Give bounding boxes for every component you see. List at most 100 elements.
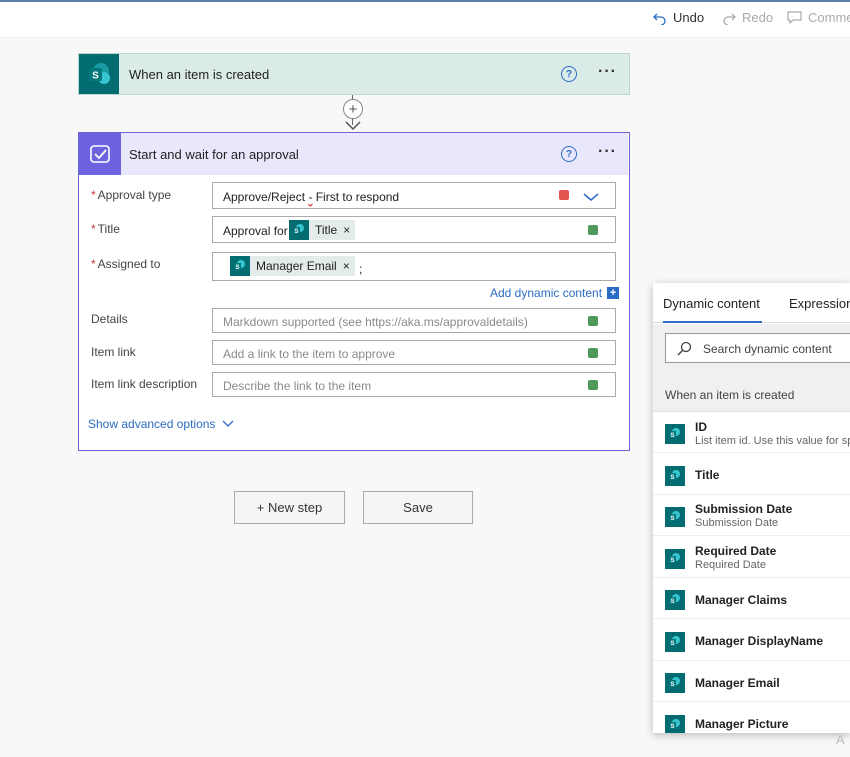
comments-button[interactable]: Comme xyxy=(787,10,850,25)
sharepoint-icon: S xyxy=(665,632,685,652)
approval-type-dropdown[interactable]: Approve/Reject - First to respond xyxy=(212,182,616,209)
svg-text:S: S xyxy=(92,71,99,82)
corner-text: A xyxy=(836,732,845,747)
dynamic-item-manager-picture[interactable]: S Manager Picture xyxy=(653,703,850,733)
item-link-description-field[interactable]: Describe the link to the item xyxy=(212,372,616,397)
dynamic-item-name: Required Date xyxy=(695,544,777,558)
remove-token-button[interactable]: × xyxy=(343,223,355,237)
chevron-down-icon[interactable] xyxy=(583,192,599,202)
add-dynamic-content-link[interactable]: Add dynamic content + xyxy=(490,286,620,300)
svg-text:S: S xyxy=(670,433,674,439)
dynamic-item-name: Manager Email xyxy=(695,676,780,690)
dynamic-item-name: Manager DisplayName xyxy=(695,634,824,648)
svg-text:S: S xyxy=(235,265,239,271)
svg-text:S: S xyxy=(670,516,674,522)
title-field[interactable]: Approval for S Title × xyxy=(212,216,616,243)
undo-button[interactable]: Undo xyxy=(653,10,704,25)
assigned-to-separator: ; xyxy=(359,262,363,276)
approval-type-label: * Approval type xyxy=(91,188,172,202)
sharepoint-icon: S xyxy=(79,54,119,94)
add-icon: + xyxy=(607,287,620,299)
approval-icon xyxy=(79,133,121,175)
section-title: When an item is created xyxy=(665,388,795,402)
panel-tabs: Dynamic content Expression xyxy=(653,283,850,323)
dynamic-item-manager-claims[interactable]: S Manager Claims xyxy=(653,578,850,619)
sharepoint-icon: S xyxy=(230,256,250,276)
dynamic-content-panel: Dynamic content Expression Search dynami… xyxy=(653,283,850,733)
details-label: Details xyxy=(91,312,128,326)
svg-text:S: S xyxy=(670,641,674,647)
trigger-card[interactable]: S When an item is created ? ··· xyxy=(78,53,630,95)
approval-more-button[interactable]: ··· xyxy=(598,143,617,161)
item-link-label: Item link xyxy=(91,345,136,359)
new-step-button[interactable]: + New step xyxy=(234,491,345,524)
sharepoint-icon: S xyxy=(665,549,685,569)
item-link-placeholder: Add a link to the item to approve xyxy=(223,347,396,361)
tab-dynamic-content[interactable]: Dynamic content xyxy=(663,296,762,323)
show-advanced-options-label: Show advanced options xyxy=(88,417,216,431)
panel-section-header[interactable]: When an item is created xyxy=(653,382,850,412)
title-token[interactable]: S Title × xyxy=(289,220,356,240)
approval-card-header[interactable]: Start and wait for an approval ? ··· xyxy=(79,133,628,175)
field-status-indicator xyxy=(588,348,598,358)
remove-token-button[interactable]: × xyxy=(343,259,355,273)
required-mark: * xyxy=(91,188,96,202)
search-area: Search dynamic content xyxy=(653,324,850,382)
approval-action-card: Start and wait for an approval ? ··· * Ap… xyxy=(78,132,630,451)
item-link-field[interactable]: Add a link to the item to approve xyxy=(212,340,616,365)
arrow-down-icon xyxy=(345,121,361,131)
title-prefix: Approval for xyxy=(223,224,288,238)
svg-text:S: S xyxy=(670,558,674,564)
dynamic-item-submission-date[interactable]: S Submission Date Submission Date xyxy=(653,495,850,536)
sharepoint-icon: S xyxy=(665,424,685,444)
redo-button[interactable]: Redo xyxy=(722,10,773,25)
dynamic-item-name: Title xyxy=(695,468,720,482)
dynamic-item-id[interactable]: S ID List item id. Use this value for sp xyxy=(653,412,850,453)
details-field[interactable]: Markdown supported (see https://aka.ms/a… xyxy=(212,308,616,333)
dynamic-item-manager-email[interactable]: S Manager Email xyxy=(653,661,850,702)
sharepoint-icon: S xyxy=(665,715,685,733)
approval-title: Start and wait for an approval xyxy=(129,147,299,162)
field-status-indicator xyxy=(588,225,598,235)
redo-label: Redo xyxy=(742,10,774,25)
field-status-indicator xyxy=(588,316,598,326)
svg-text:S: S xyxy=(294,229,298,235)
trigger-help-icon[interactable]: ? xyxy=(561,66,577,82)
dynamic-item-required-date[interactable]: S Required Date Required Date xyxy=(653,537,850,578)
search-dynamic-content-input[interactable]: Search dynamic content xyxy=(665,333,850,363)
dynamic-item-desc: List item id. Use this value for sp xyxy=(695,435,850,447)
title-label: * Title xyxy=(91,222,120,236)
show-advanced-options-link[interactable]: Show advanced options xyxy=(88,417,234,431)
dynamic-item-desc: Submission Date xyxy=(695,517,779,529)
manager-email-token[interactable]: S Manager Email × xyxy=(230,256,355,276)
undo-label: Undo xyxy=(673,10,705,25)
item-link-description-placeholder: Describe the link to the item xyxy=(223,379,372,393)
sharepoint-icon: S xyxy=(665,590,685,610)
dynamic-item-manager-displayname[interactable]: S Manager DisplayName xyxy=(653,620,850,661)
svg-text:S: S xyxy=(670,599,674,605)
undo-icon xyxy=(653,13,666,25)
svg-text:S: S xyxy=(670,475,674,481)
comment-icon xyxy=(787,11,802,24)
details-placeholder: Markdown supported (see https://aka.ms/a… xyxy=(223,315,528,329)
sharepoint-icon: S xyxy=(289,220,309,240)
dynamic-item-name: ID xyxy=(695,420,707,434)
title-token-label: Title xyxy=(315,223,338,237)
trigger-more-button[interactable]: ··· xyxy=(598,63,617,81)
sharepoint-icon: S xyxy=(665,673,685,693)
dynamic-item-name: Manager Claims xyxy=(695,593,788,607)
dynamic-item-name: Submission Date xyxy=(695,502,793,516)
insert-step-button[interactable]: + xyxy=(343,99,363,119)
search-placeholder: Search dynamic content xyxy=(703,342,832,356)
approval-help-icon[interactable]: ? xyxy=(561,146,577,162)
sharepoint-icon: S xyxy=(665,507,685,527)
assigned-to-field[interactable]: S Manager Email × ; xyxy=(212,252,616,281)
tab-expression[interactable]: Expression xyxy=(789,296,850,311)
svg-text:S: S xyxy=(670,682,674,688)
save-button[interactable]: Save xyxy=(363,491,473,524)
error-indicator xyxy=(559,190,569,200)
dynamic-item-title[interactable]: S Title xyxy=(653,454,850,495)
dynamic-item-name: Manager Picture xyxy=(695,717,789,731)
redo-icon xyxy=(723,13,736,25)
trigger-title: When an item is created xyxy=(129,67,270,82)
